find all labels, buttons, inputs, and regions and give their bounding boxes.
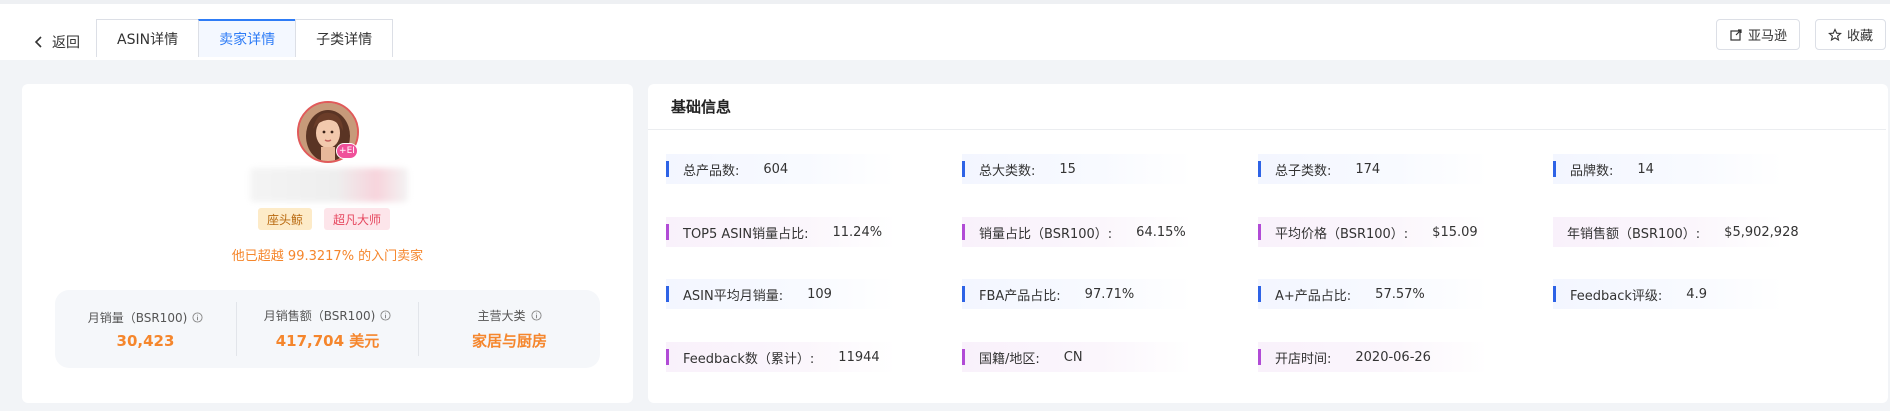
favorite-button[interactable]: 收藏 (1815, 19, 1887, 50)
favorite-label: 收藏 (1847, 29, 1874, 44)
external-link-icon (1730, 28, 1742, 41)
stat-main-category: 主营大类 家居与厨房 (418, 302, 600, 356)
page-header: 返回 ASIN详情 卖家详情 子类详情 亚马逊 收藏 (0, 4, 1890, 60)
amazon-button[interactable]: 亚马逊 (1716, 19, 1801, 50)
stat-main-category-value: 家居与厨房 (471, 332, 547, 350)
info-top5-asin-share: TOP5 ASIN销量占比: 11.24% (666, 217, 896, 247)
info-value: 109 (807, 286, 832, 302)
info-icon[interactable] (192, 311, 203, 323)
info-label: FBA产品占比: (979, 288, 1061, 304)
info-total-products: 总产品数: 604 (666, 154, 896, 184)
info-label: ASIN平均月销量: (683, 288, 784, 304)
info-value: 174 (1355, 161, 1381, 177)
info-country-region: 国籍/地区: CN (962, 342, 1192, 372)
info-average-price: 平均价格（BSR100）: $15.09 (1258, 217, 1488, 247)
seller-profile-card: +EI 座头鲸 超凡大师 他已超越 99.3217% 的入门卖家 月销量（BSR… (22, 84, 633, 403)
info-label: TOP5 ASIN销量占比: (683, 226, 809, 242)
info-label: 总子类数: (1275, 163, 1332, 179)
tab-seller-detail[interactable]: 卖家详情 (198, 19, 297, 57)
info-label: 国籍/地区: (979, 351, 1040, 367)
info-label: 总产品数: (683, 163, 740, 179)
tab-asin-detail[interactable]: ASIN详情 (96, 19, 200, 57)
seller-stats: 月销量（BSR100) 30,423 月销售额（BSR100) 417,704 … (55, 290, 600, 368)
info-value: 14 (1637, 161, 1654, 177)
seller-name-blurred (250, 168, 408, 202)
stat-monthly-revenue: 月销售额（BSR100) 417,704 美元 (236, 302, 418, 356)
info-asin-avg-monthly-sales: ASIN平均月销量: 109 (666, 279, 896, 309)
amazon-label: 亚马逊 (1748, 29, 1788, 44)
info-value: 604 (763, 161, 789, 177)
stat-monthly-sales-value: 30,423 (116, 331, 175, 350)
seller-tags: 座头鲸 超凡大师 (258, 208, 391, 230)
tag-rank: 超凡大师 (324, 208, 391, 230)
basic-info-title: 基础信息 (648, 84, 1886, 130)
info-value: 97.71% (1084, 286, 1135, 302)
back-label: 返回 (52, 35, 80, 51)
info-total-categories: 总大类数: 15 (962, 154, 1192, 184)
star-icon (1828, 27, 1842, 41)
info-total-subcategories: 总子类数: 174 (1258, 154, 1488, 184)
stat-monthly-revenue-value: 417,704 美元 (275, 332, 380, 350)
info-label: 年销售额（BSR100）: (1567, 226, 1701, 242)
info-label: 销量占比（BSR100）: (979, 226, 1113, 242)
stat-monthly-sales: 月销量（BSR100) 30,423 (55, 302, 236, 356)
info-label: 开店时间: (1275, 351, 1332, 367)
info-label: Feedback数（累计）: (683, 351, 815, 367)
info-value: 57.57% (1375, 286, 1425, 302)
info-annual-revenue: 年销售额（BSR100）: $5,902,928 (1553, 217, 1799, 247)
info-value: 4.9 (1686, 286, 1707, 302)
stat-monthly-revenue-label: 月销售额（BSR100) (263, 309, 376, 323)
info-value: $15.09 (1432, 224, 1478, 240)
info-sales-share: 销量占比（BSR100）: 64.15% (962, 217, 1192, 247)
tab-bar: ASIN详情 卖家详情 子类详情 (96, 19, 394, 57)
stat-monthly-sales-label: 月销量（BSR100) (87, 310, 188, 325)
tag-level: 座头鲸 (258, 208, 313, 230)
info-label: Feedback评级: (1570, 288, 1663, 304)
info-label: 品牌数: (1570, 163, 1614, 179)
info-value: 2020-06-26 (1355, 349, 1431, 365)
info-icon[interactable] (380, 310, 391, 321)
info-icon[interactable] (530, 310, 542, 321)
info-feedback-count: Feedback数（累计）: 11944 (666, 342, 896, 372)
avatar-badge: +EI (336, 143, 358, 159)
info-value: CN (1063, 349, 1083, 365)
info-aplus-share: A+产品占比: 57.57% (1258, 279, 1488, 309)
info-value: 64.15% (1136, 224, 1186, 240)
info-label: A+产品占比: (1275, 288, 1352, 304)
info-value: 11944 (838, 349, 880, 365)
stat-main-category-label: 主营大类 (477, 309, 526, 323)
tab-subcategory-detail[interactable]: 子类详情 (295, 19, 394, 57)
info-fba-share: FBA产品占比: 97.71% (962, 279, 1192, 309)
info-value: $5,902,928 (1724, 224, 1799, 240)
info-label: 总大类数: (979, 163, 1036, 179)
info-brand-count: 品牌数: 14 (1553, 154, 1783, 184)
info-label: 平均价格（BSR100）: (1275, 226, 1409, 242)
exceed-text: 他已超越 99.3217% 的入门卖家 (231, 249, 424, 264)
chevron-left-icon (34, 36, 42, 48)
back-button[interactable]: 返回 (32, 28, 80, 56)
info-feedback-rating: Feedback评级: 4.9 (1553, 279, 1783, 309)
info-value: 11.24% (832, 224, 883, 240)
info-value: 15 (1059, 161, 1076, 177)
basic-info-card: 基础信息 总产品数: 604 总大类数: 15 总子类数: 174 品牌数: 14 TO… (648, 84, 1888, 403)
info-store-open-date: 开店时间: 2020-06-26 (1258, 342, 1488, 372)
